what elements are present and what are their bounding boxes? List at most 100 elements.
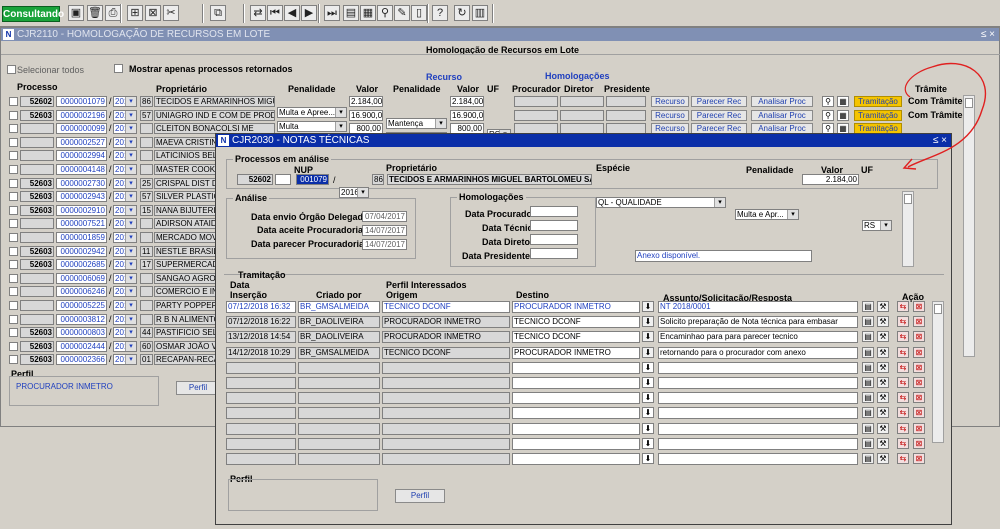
analise-scroll-thumb[interactable] xyxy=(904,194,912,204)
back-perfil-button[interactable]: Perfil xyxy=(176,381,220,395)
prev-record-icon[interactable]: ◀ xyxy=(284,5,300,21)
numero-field[interactable]: 0000004148 xyxy=(56,164,107,175)
tools-icon[interactable]: ⚒ xyxy=(877,331,889,343)
analisar-button[interactable]: Analisar Proc xyxy=(751,109,813,121)
ano-select[interactable]: 2014 xyxy=(113,272,137,284)
year-select[interactable]: 2016 xyxy=(339,187,369,198)
numero-field[interactable]: 0000002685 xyxy=(56,259,107,271)
recurso-button[interactable]: Recurso xyxy=(651,96,689,107)
assunto-field[interactable] xyxy=(658,453,858,465)
row-checkbox[interactable] xyxy=(9,314,18,324)
assunto-field[interactable]: Encaminhao para para parecer tecnico xyxy=(658,331,858,344)
row-checkbox[interactable] xyxy=(9,137,18,147)
download-icon[interactable]: ⬇ xyxy=(642,301,654,312)
forward-icon[interactable]: ⇆ xyxy=(897,437,909,449)
row-checkbox[interactable] xyxy=(9,110,18,120)
list-icon[interactable]: ▤ xyxy=(862,422,874,434)
delete-icon[interactable]: ⊠ xyxy=(913,392,925,404)
cut-icon[interactable]: ✂ xyxy=(163,5,179,21)
tools-icon[interactable]: ⚒ xyxy=(877,316,889,328)
tramitacao-scroll-thumb[interactable] xyxy=(934,304,942,314)
first-record-icon[interactable]: ⏮ xyxy=(267,5,283,21)
destino-field[interactable] xyxy=(512,392,640,405)
ano-select[interactable]: 2015 xyxy=(113,123,137,135)
tools-icon[interactable]: ⚒ xyxy=(877,361,889,373)
row-checkbox[interactable] xyxy=(9,233,18,242)
add-record-icon[interactable]: ⊞ xyxy=(127,5,143,21)
destino-field[interactable] xyxy=(512,407,640,420)
forward-icon[interactable]: ⇆ xyxy=(897,407,909,419)
delete-icon[interactable]: ⊠ xyxy=(913,331,925,343)
forward-icon[interactable]: ⇆ xyxy=(897,453,909,464)
download-icon[interactable]: ⬇ xyxy=(642,422,654,434)
analise-scrollbar[interactable] xyxy=(902,191,914,267)
numero-field[interactable]: 0000002444 xyxy=(56,340,107,352)
destino-field[interactable] xyxy=(512,453,640,465)
ano-select[interactable]: 2016 xyxy=(113,204,137,216)
numero-field[interactable]: 0000002942 xyxy=(56,245,107,257)
assunto-field[interactable] xyxy=(658,407,858,420)
paste-icon[interactable]: ⧉ xyxy=(210,5,226,21)
ano-select[interactable]: 2014 xyxy=(113,164,137,175)
print-icon[interactable]: ⎙ xyxy=(105,5,121,21)
numero-field[interactable]: 0000006246 xyxy=(56,286,107,298)
assunto-field[interactable]: Solicito preparação de Nota técnica para… xyxy=(658,316,858,329)
select-all-checkbox[interactable] xyxy=(7,65,16,74)
row-checkbox[interactable] xyxy=(9,341,18,351)
tools-icon[interactable]: ⚒ xyxy=(877,437,889,449)
assunto-field[interactable] xyxy=(658,392,858,405)
download-icon[interactable]: ⬇ xyxy=(642,316,654,328)
forward-icon[interactable]: ⇆ xyxy=(897,392,909,404)
ano-select[interactable]: 2016 xyxy=(113,340,137,352)
parecer-button[interactable]: Parecer Rec xyxy=(691,109,747,121)
tramitacao-scrollbar[interactable] xyxy=(932,301,944,443)
recurso-button[interactable]: Recurso xyxy=(651,109,689,121)
row-checkbox[interactable] xyxy=(9,205,18,215)
ano-select[interactable]: 2014 xyxy=(113,136,137,148)
assunto-field[interactable]: retornando para o procurador com anexo xyxy=(658,346,858,359)
forward-icon[interactable]: ⇆ xyxy=(897,331,909,343)
delete-icon[interactable]: ⊠ xyxy=(913,437,925,449)
tools-icon[interactable]: ⚒ xyxy=(877,407,889,419)
row-checkbox[interactable] xyxy=(9,355,18,365)
parecer-button[interactable]: Parecer Rec xyxy=(691,96,747,107)
numero-field[interactable]: 0000002943 xyxy=(56,191,107,203)
forward-icon[interactable]: ⇆ xyxy=(897,361,909,373)
forward-icon[interactable]: ⇆ xyxy=(897,422,909,434)
ano-select[interactable]: 2016 xyxy=(113,327,137,339)
destino-field[interactable]: PROCURADOR INMETRO xyxy=(512,346,640,359)
row-checkbox[interactable] xyxy=(9,287,18,297)
ano-select[interactable]: 2013 xyxy=(113,218,137,230)
list-icon[interactable]: ▤ xyxy=(862,453,874,464)
download-icon[interactable]: ⬇ xyxy=(642,392,654,404)
tools-icon[interactable]: ⚒ xyxy=(877,346,889,358)
assunto-field[interactable]: NT 2018/0001 xyxy=(658,301,858,313)
delete-icon[interactable]: ⊠ xyxy=(913,422,925,434)
list-icon[interactable]: ▤ xyxy=(862,407,874,419)
delete-icon[interactable]: ⊠ xyxy=(913,361,925,373)
numero-field[interactable]: 0000002994 xyxy=(56,150,107,162)
ano-select[interactable]: 2014 xyxy=(113,232,137,243)
download-icon[interactable]: ⬇ xyxy=(642,346,654,358)
row-checkbox[interactable] xyxy=(9,328,18,338)
document-icon[interactable]: ▦ xyxy=(837,96,849,107)
valor-field[interactable]: 16.900,00 xyxy=(349,109,383,121)
numero-field[interactable]: 0000003812 xyxy=(56,313,107,325)
forward-icon[interactable]: ⇆ xyxy=(897,377,909,388)
delete-icon[interactable]: ⊠ xyxy=(913,346,925,358)
list-icon[interactable]: ▤ xyxy=(862,331,874,343)
row-checkbox[interactable] xyxy=(9,124,18,134)
data-presidente-field[interactable] xyxy=(530,248,578,259)
document-icon[interactable]: ▯ xyxy=(411,5,427,21)
forward-icon[interactable]: ⇆ xyxy=(897,346,909,358)
numero-field[interactable]: 0000002196 xyxy=(56,109,107,121)
numero-field[interactable]: 0000006069 xyxy=(56,272,107,284)
numero-field[interactable]: 0000000099 xyxy=(56,123,107,135)
numero-field[interactable]: 0000007521 xyxy=(56,218,107,230)
especie-select[interactable]: QL - QUALIDADE xyxy=(596,197,726,208)
numero-field[interactable]: 0000002527 xyxy=(56,136,107,148)
list-icon[interactable]: ▤ xyxy=(862,346,874,358)
tools-icon[interactable]: ⚒ xyxy=(877,377,889,388)
row-checkbox[interactable] xyxy=(9,219,18,229)
forward-icon[interactable]: ⇆ xyxy=(897,316,909,328)
